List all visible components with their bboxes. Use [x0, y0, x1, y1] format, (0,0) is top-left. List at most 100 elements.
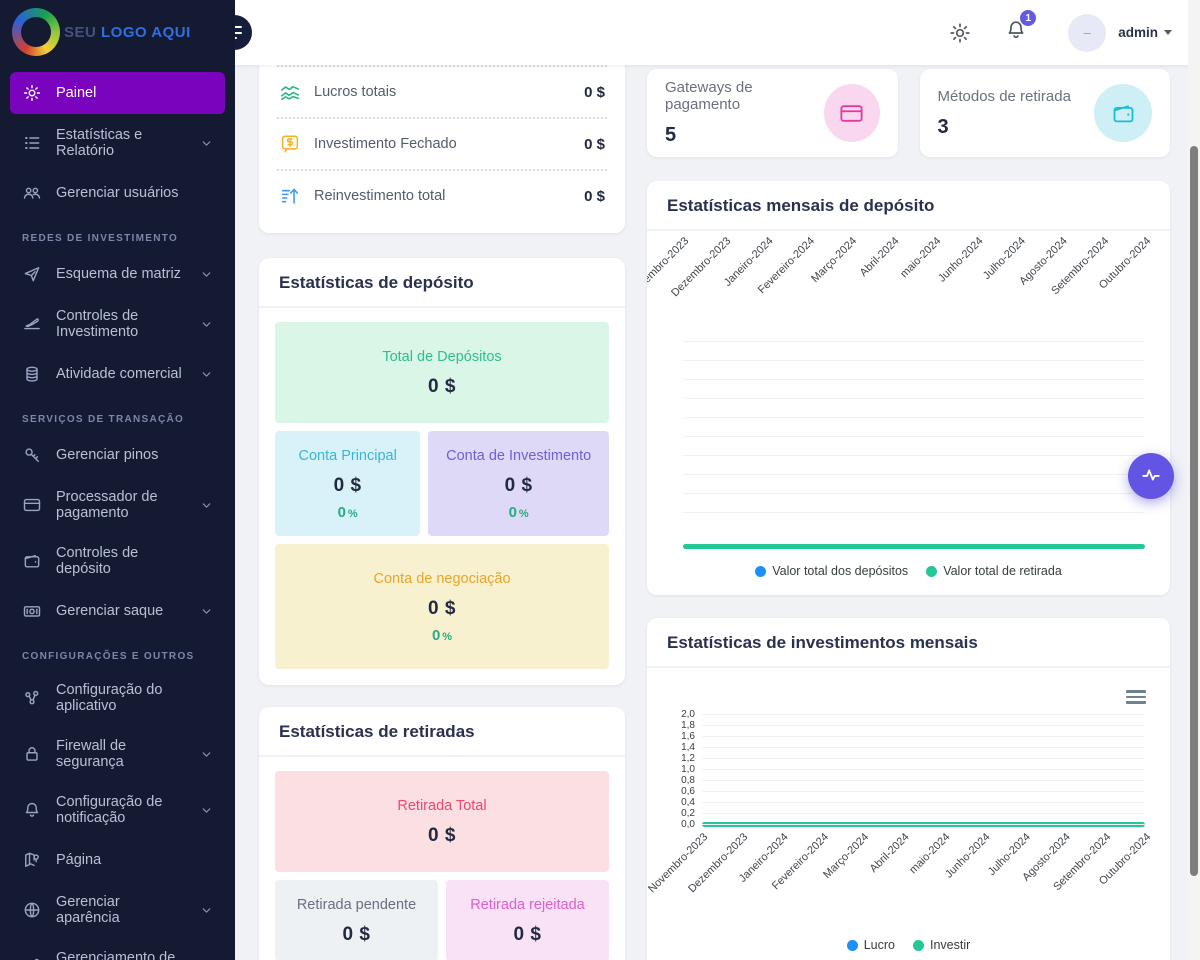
legend-item-valor-total-dos-depositos[interactable]: Valor total dos depósitos: [755, 564, 908, 578]
page-scrollbar[interactable]: [1188, 0, 1200, 960]
summary-label: Métodos de retirada: [938, 88, 1071, 105]
sidebar-item-label: Gerenciar aparência: [56, 894, 186, 926]
chart-menu-icon[interactable]: [1126, 690, 1146, 704]
legend-item-valor-total-de-retirada[interactable]: Valor total de retirada: [926, 564, 1062, 578]
sidebar-item-gerenciar-aparencia[interactable]: Gerenciar aparência: [10, 883, 225, 937]
withdraw-stats-card: Estatísticas de retiradas Retirada Total…: [259, 707, 625, 960]
gridline: [683, 398, 1145, 399]
legend-dot: [755, 566, 766, 577]
reinvest-icon: [279, 185, 301, 207]
pending-withdraw-panel: Retirada pendente 0 $: [275, 880, 438, 960]
notification-badge: 1: [1020, 10, 1036, 26]
sidebar-item-gerenciar-saque[interactable]: Gerenciar saque: [10, 590, 225, 632]
sidebar-item-processador-de-pagamento[interactable]: Processador de pagamento: [10, 478, 225, 532]
sidebar-section-header: CONFIGURAÇÕES E OUTROS: [10, 634, 225, 669]
y-axis-tick: 1,8: [681, 720, 695, 731]
gridline: 1,4: [702, 747, 1145, 748]
panel-label: Conta de Investimento: [438, 448, 599, 464]
chart-title: Estatísticas de investimentos mensais: [667, 633, 1150, 653]
y-axis-tick: 0,6: [681, 786, 695, 797]
gridline: [683, 436, 1145, 437]
lock-icon: [22, 744, 42, 764]
list-icon: [22, 133, 42, 153]
summary-row: Gateways de pagamento 5 Métodos de retir…: [647, 65, 1170, 157]
deposit-card-title: Estatísticas de depósito: [279, 273, 605, 293]
y-axis-tick: 1,4: [681, 742, 695, 753]
gridline: [683, 474, 1145, 475]
stat-label: Investimento Fechado: [314, 136, 457, 152]
chart-legend: Lucro Investir: [647, 923, 1170, 960]
sidebar-item-configuracao-do-aplicativo[interactable]: Configuração do aplicativo: [10, 671, 225, 725]
user-menu[interactable]: admin: [1118, 25, 1172, 40]
sidebar-item-gerenciar-usuarios[interactable]: Gerenciar usuários: [10, 172, 225, 214]
sidebar-item-label: Atividade comercial: [56, 366, 182, 382]
gridline: 1,6: [702, 736, 1145, 737]
sidebar-item-configuracao-de-notificacao[interactable]: Configuração de notificação: [10, 783, 225, 837]
y-axis-tick: 1,6: [681, 731, 695, 742]
withdraw-card-title: Estatísticas de retiradas: [279, 722, 605, 742]
activity-fab-button[interactable]: [1128, 453, 1174, 499]
settings-button[interactable]: [948, 21, 972, 45]
sidebar-item-atividade-comercial[interactable]: Atividade comercial: [10, 353, 225, 395]
sidebar-item-label: Gerenciamento de contatos: [56, 950, 186, 960]
scrollbar-thumb[interactable]: [1190, 146, 1198, 876]
panel-value: 0 $: [456, 924, 599, 946]
stat-value: 0 $: [584, 84, 605, 101]
stat-row: Lucros totais 0 $: [277, 65, 607, 117]
stat-label: Reinvestimento total: [314, 188, 445, 204]
summary-card-metodos-de-retirada: Métodos de retirada 3: [920, 69, 1171, 157]
legend-item-lucro[interactable]: Lucro: [847, 938, 895, 952]
wallet-icon: [1094, 84, 1152, 142]
stat-row: Investimento Fechado 0 $: [277, 117, 607, 169]
logo-link[interactable]: SEU LOGO AQUI: [0, 0, 235, 66]
sidebar-nav: Painel Estatísticas e Relatório Gerencia…: [0, 66, 235, 960]
panel-label: Retirada pendente: [285, 897, 428, 913]
logo-text-accent: LOGO AQUI: [101, 24, 191, 41]
sidebar-item-firewall-de-seguranca[interactable]: Firewall de segurança: [10, 727, 225, 781]
gridline: [683, 360, 1145, 361]
sidebar-item-label: Gerenciar pinos: [56, 447, 158, 463]
sidebar-item-controles-de-investimento[interactable]: Controles de Investimento: [10, 297, 225, 351]
legend-item-investir[interactable]: Investir: [913, 938, 970, 952]
sidebar-item-label: Configuração de notificação: [56, 794, 186, 826]
main-account-panel: Conta Principal 0 $ 0%: [275, 431, 420, 536]
panel-label: Conta de negociação: [285, 571, 599, 587]
avatar[interactable]: –: [1068, 14, 1106, 52]
total-deposits-panel: Total de Depósitos 0 $: [275, 322, 609, 423]
chevron-down-icon: [1164, 30, 1172, 35]
sidebar-section-header: REDES DE INVESTIMENTO: [10, 216, 225, 251]
wallet-icon: [22, 551, 42, 571]
y-axis-tick: 1,2: [681, 753, 695, 764]
map-icon: [22, 850, 42, 870]
avatar-placeholder: –: [1084, 25, 1091, 40]
gear-icon: [22, 83, 42, 103]
stat-value: 0 $: [584, 188, 605, 205]
gridline: [683, 379, 1145, 380]
chevron-down-icon: [200, 804, 213, 817]
panel-label: Total de Depósitos: [285, 349, 599, 365]
nodes-icon: [22, 688, 42, 708]
sidebar-item-gerenciamento-de-contatos[interactable]: Gerenciamento de contatos: [10, 939, 225, 960]
users-icon: [22, 183, 42, 203]
sidebar-item-label: Estatísticas e Relatório: [56, 127, 186, 159]
dollar-icon: [279, 133, 301, 155]
sidebar-item-painel[interactable]: Painel: [10, 72, 225, 114]
pulse-icon: [1140, 464, 1162, 489]
sidebar-item-pagina[interactable]: Página: [10, 839, 225, 881]
summary-value: 5: [665, 124, 824, 147]
sidebar-item-esquema-de-matriz[interactable]: Esquema de matriz: [10, 253, 225, 295]
sidebar-item-label: Gerenciar usuários: [56, 185, 179, 201]
y-axis-tick: 0,4: [681, 797, 695, 808]
x-axis-labels: Novembro-2023Dezembro-2023Janeiro-2024Fe…: [702, 827, 1145, 923]
sidebar-item-estatisticas-e-relatorio[interactable]: Estatísticas e Relatório: [10, 116, 225, 170]
gridline: [683, 455, 1145, 456]
logo-text: SEU LOGO AQUI: [64, 24, 191, 41]
gridline: 1,0: [702, 769, 1145, 770]
sidebar-item-controles-de-deposito[interactable]: Controles de depósito: [10, 534, 225, 588]
sidebar-item-gerenciar-pinos[interactable]: Gerenciar pinos: [10, 434, 225, 476]
stat-value: 0 $: [584, 136, 605, 153]
y-axis-tick: 2,0: [681, 709, 695, 720]
panel-percent: 0%: [285, 504, 410, 521]
sidebar-item-label: Processador de pagamento: [56, 489, 186, 521]
sidebar-item-label: Gerenciar saque: [56, 603, 163, 619]
